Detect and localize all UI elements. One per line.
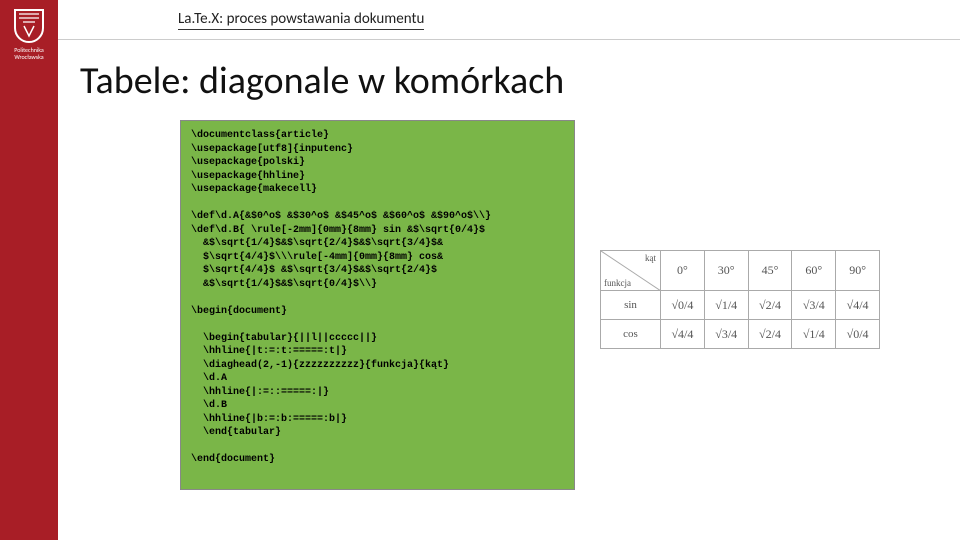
row-name-cos: cos <box>601 320 661 349</box>
university-name: Politechnika Wrocławska <box>0 47 58 60</box>
cell-sin-3: √3/4 <box>792 291 836 320</box>
diagonal-table: kąt funkcja 0° 30° 45° 60° 90° sin √0/4 … <box>600 250 880 349</box>
cell-sin-4: √4/4 <box>836 291 880 320</box>
col-head-3: 60° <box>792 251 836 291</box>
diag-row-label: funkcja <box>604 278 631 288</box>
cell-cos-1: √3/4 <box>704 320 748 349</box>
shield-icon <box>13 8 45 44</box>
diag-col-label: kąt <box>645 253 656 263</box>
col-head-1: 30° <box>704 251 748 291</box>
slide-header: La.Te.X: proces powstawania dokumentu <box>58 0 960 40</box>
cell-sin-1: √1/4 <box>704 291 748 320</box>
header-title: La.Te.X: proces powstawania dokumentu <box>178 10 424 30</box>
latex-code-block: \documentclass{article} \usepackage[utf8… <box>180 120 575 490</box>
university-logo: Politechnika Wrocławska <box>0 0 58 70</box>
output-table-preview: kąt funkcja 0° 30° 45° 60° 90° sin √0/4 … <box>600 250 880 349</box>
diagonal-header-cell: kąt funkcja <box>601 251 661 291</box>
cell-cos-4: √0/4 <box>836 320 880 349</box>
cell-cos-0: √4/4 <box>661 320 705 349</box>
row-name-sin: sin <box>601 291 661 320</box>
col-head-4: 90° <box>836 251 880 291</box>
col-head-2: 45° <box>748 251 792 291</box>
cell-cos-2: √2/4 <box>748 320 792 349</box>
slide-title: Tabele: diagonale w komórkach <box>80 58 564 104</box>
col-head-0: 0° <box>661 251 705 291</box>
cell-sin-0: √0/4 <box>661 291 705 320</box>
left-brand-bar: Politechnika Wrocławska <box>0 0 58 540</box>
cell-sin-2: √2/4 <box>748 291 792 320</box>
cell-cos-3: √1/4 <box>792 320 836 349</box>
